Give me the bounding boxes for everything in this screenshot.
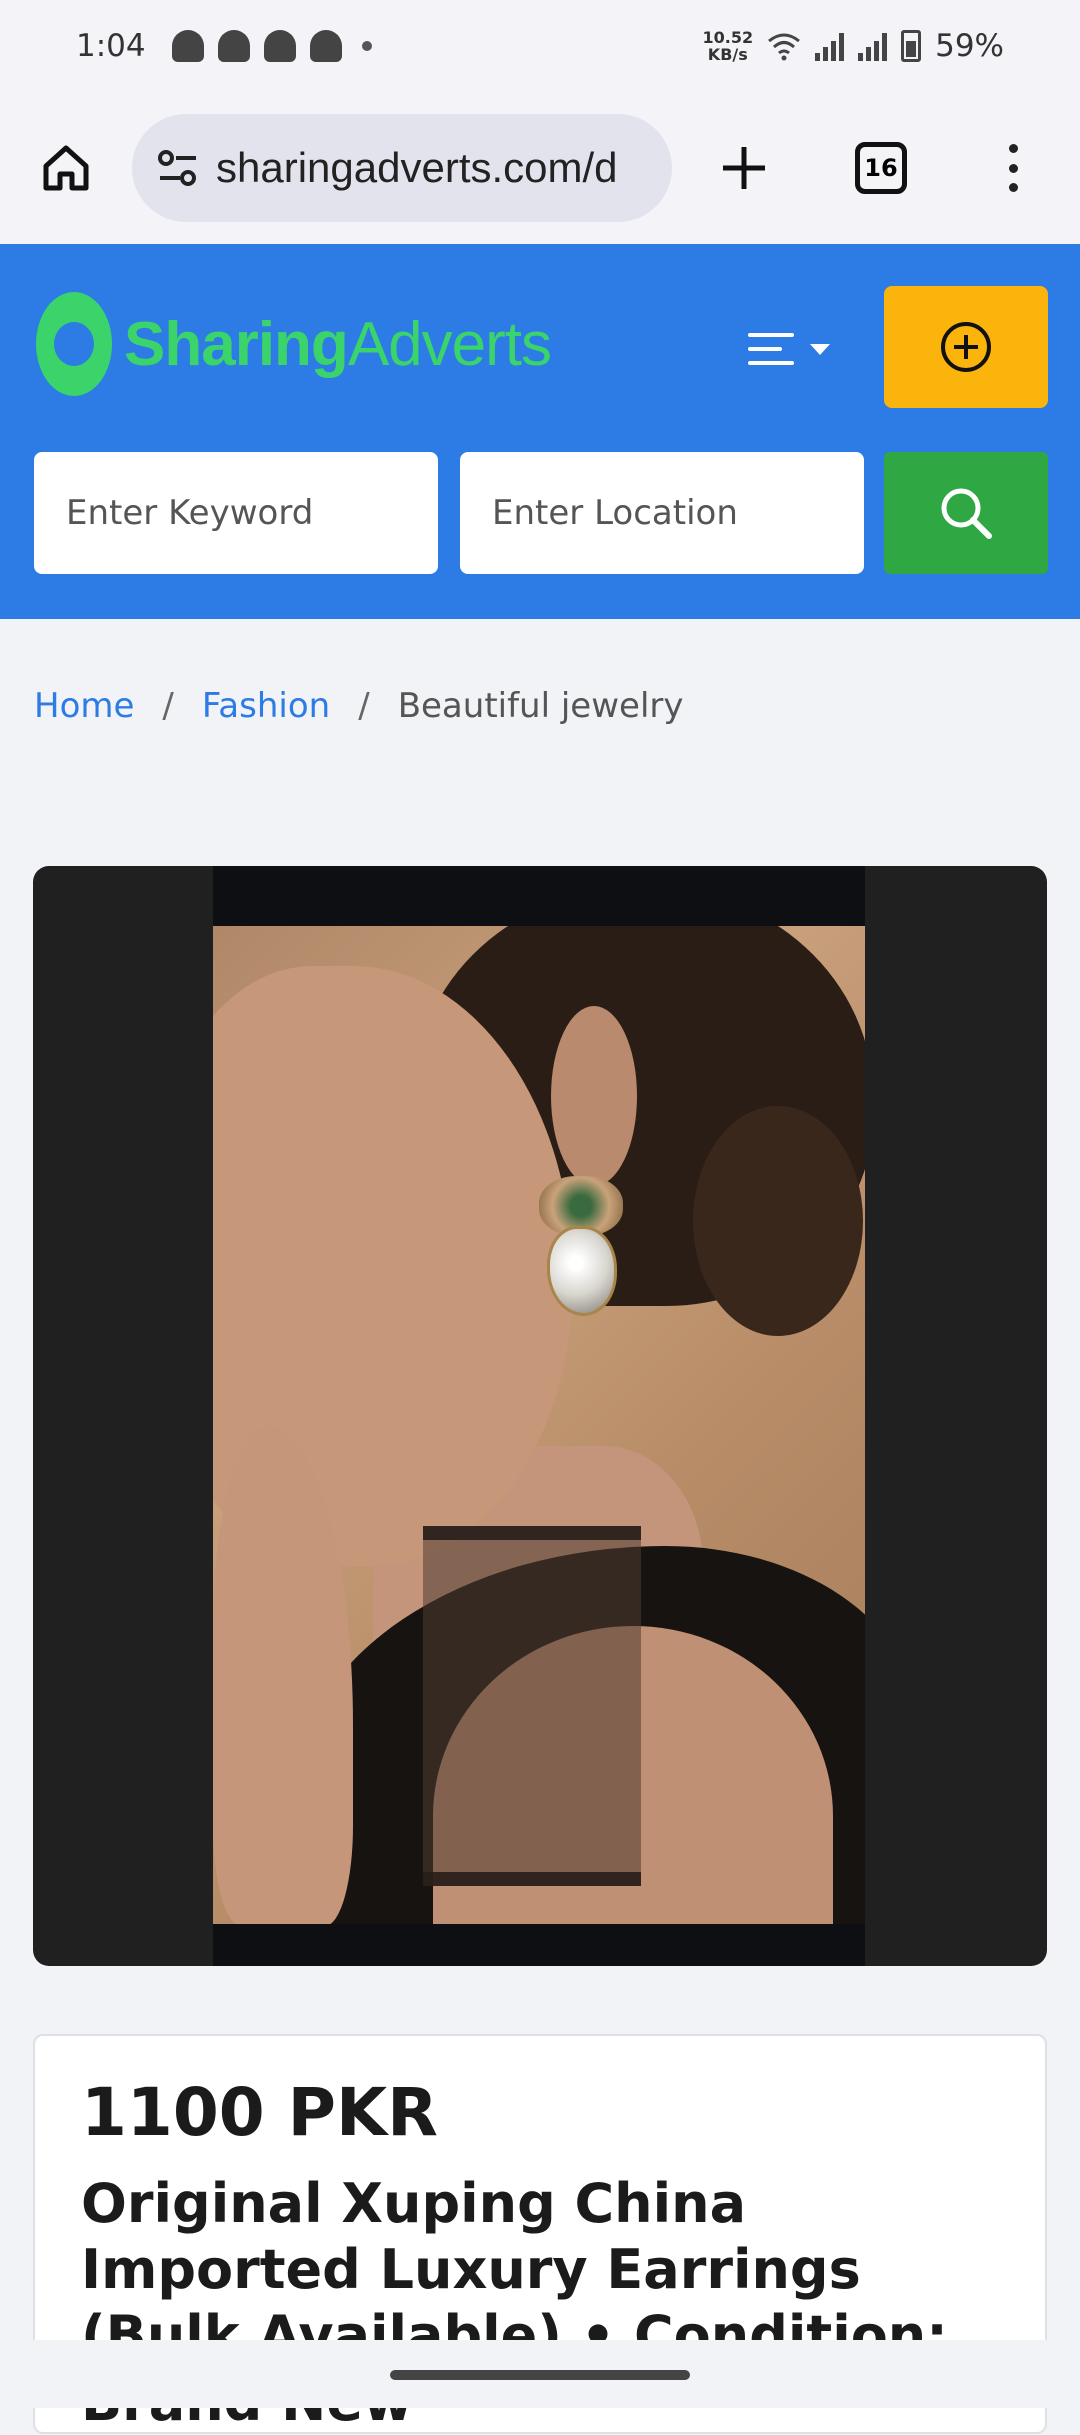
snapchat-notification-icon bbox=[263, 30, 296, 62]
listing-photo[interactable] bbox=[213, 926, 865, 1924]
cell-signal-icon bbox=[858, 31, 888, 61]
breadcrumb-home[interactable]: Home bbox=[34, 686, 134, 726]
network-speed: 10.52 KB/s bbox=[702, 28, 754, 64]
search-icon bbox=[941, 488, 992, 539]
browser-menu-button[interactable] bbox=[1000, 138, 1026, 198]
new-tab-button[interactable] bbox=[714, 138, 774, 198]
search-button[interactable] bbox=[884, 452, 1048, 574]
more-notifications-dot-icon bbox=[361, 41, 372, 51]
listing-image-gallery[interactable] bbox=[33, 866, 1047, 1966]
status-time: 1:04 bbox=[76, 28, 146, 64]
snapchat-notification-icon bbox=[171, 30, 204, 62]
gesture-nav-handle[interactable] bbox=[390, 2370, 690, 2380]
battery-percent: 59% bbox=[935, 28, 1004, 64]
breadcrumb-separator: / bbox=[358, 686, 370, 726]
site-settings-icon[interactable] bbox=[156, 148, 200, 188]
breadcrumb: Home / Fashion / Beautiful jewelry bbox=[34, 686, 684, 726]
tab-switcher-button[interactable]: 16 bbox=[855, 142, 907, 194]
post-ad-button[interactable] bbox=[884, 286, 1048, 408]
url-text[interactable]: sharingadverts.com/d bbox=[216, 144, 618, 192]
zoom-preview-overlay bbox=[423, 1526, 641, 1886]
listing-photo-frame bbox=[213, 866, 865, 1966]
menu-toggle-button[interactable] bbox=[748, 324, 844, 374]
wifi-icon bbox=[768, 33, 801, 61]
battery-icon bbox=[901, 30, 922, 62]
address-bar[interactable]: sharingadverts.com/d bbox=[132, 114, 672, 222]
logo-icon bbox=[36, 292, 112, 396]
hamburger-icon bbox=[748, 333, 794, 365]
location-input[interactable]: Enter Location bbox=[460, 452, 864, 574]
breadcrumb-separator: / bbox=[162, 686, 174, 726]
home-icon bbox=[43, 145, 89, 191]
breadcrumb-current: Beautiful jewelry bbox=[397, 686, 684, 726]
site-logo[interactable]: SharingAdverts bbox=[36, 292, 552, 396]
snapchat-notification-icon bbox=[217, 30, 250, 62]
browser-toolbar: sharingadverts.com/d 16 bbox=[0, 92, 1080, 244]
caret-down-icon bbox=[810, 343, 830, 355]
listing-price: 1100 PKR bbox=[81, 2074, 439, 2151]
logo-text: SharingAdverts bbox=[124, 309, 552, 379]
home-button[interactable] bbox=[36, 138, 96, 198]
plus-icon bbox=[723, 147, 765, 189]
cell-signal-icon bbox=[815, 31, 845, 61]
site-header: SharingAdverts Enter Keyword Enter Locat… bbox=[0, 244, 1080, 619]
keyword-input[interactable]: Enter Keyword bbox=[34, 452, 438, 574]
more-vert-icon bbox=[1008, 144, 1018, 153]
snapchat-notification-icon bbox=[309, 30, 342, 62]
plus-circle-icon bbox=[941, 322, 991, 372]
earring-image bbox=[533, 1176, 629, 1316]
status-bar: 1:04 10.52 KB/s 59% bbox=[0, 0, 1080, 92]
breadcrumb-fashion[interactable]: Fashion bbox=[202, 686, 330, 726]
